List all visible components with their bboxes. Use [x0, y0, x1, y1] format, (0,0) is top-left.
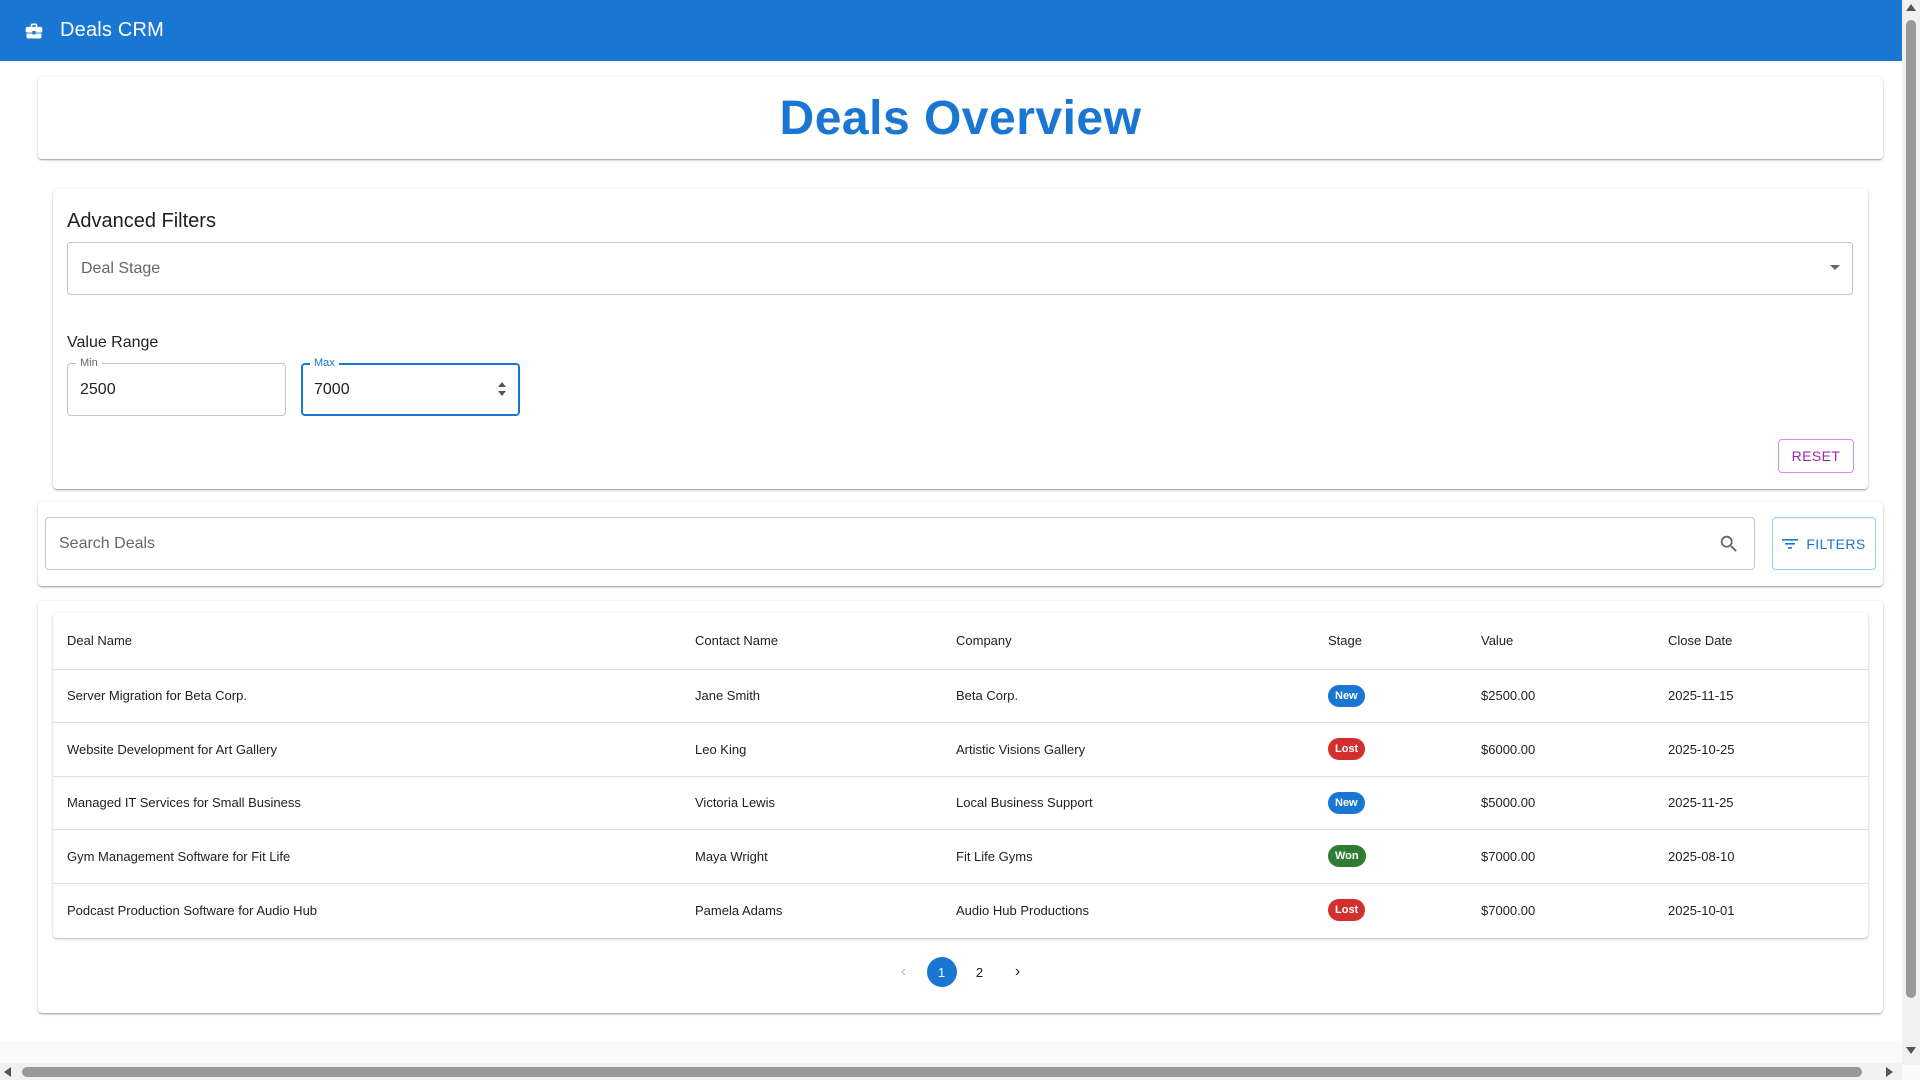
scroll-down-icon[interactable] [1906, 1047, 1916, 1054]
stage-chip: Won [1328, 845, 1366, 868]
cell-stage: New [1314, 776, 1467, 830]
cell-stage: Lost [1314, 883, 1467, 937]
cell-company: Beta Corp. [942, 669, 1314, 723]
max-value: 7000 [314, 380, 350, 398]
page-1-button[interactable]: 1 [926, 957, 957, 987]
cell-value: $6000.00 [1467, 722, 1654, 777]
cell-company: Local Business Support [942, 776, 1314, 830]
search-input[interactable]: Search Deals [45, 517, 1755, 570]
scroll-up-icon[interactable] [1906, 4, 1916, 11]
next-page-icon[interactable]: › [1003, 957, 1033, 987]
cell-contact-name: Victoria Lewis [681, 776, 942, 830]
stage-chip: Lost [1328, 899, 1366, 921]
header-company: Company [942, 613, 1314, 670]
table-row[interactable]: Managed IT Services for Small Business Vi… [53, 776, 1868, 830]
advanced-filters-panel: Advanced Filters Deal Stage Value Range … [53, 189, 1868, 489]
previous-page-icon[interactable]: ‹ [889, 957, 919, 987]
horizontal-scrollbar[interactable] [0, 1063, 1902, 1080]
cell-deal-name: Podcast Production Software for Audio Hu… [67, 902, 318, 918]
scroll-right-icon[interactable] [1886, 1067, 1893, 1077]
deal-stage-placeholder: Deal Stage [81, 259, 161, 277]
cell-company: Fit Life Gyms [942, 829, 1314, 884]
cell-close-date: 2025-08-10 [1654, 829, 1868, 884]
horizontal-scroll-thumb[interactable] [22, 1067, 1862, 1077]
header-stage: Stage [1314, 613, 1467, 670]
min-value: 2500 [80, 380, 116, 398]
filters-section-title: Advanced Filters [67, 210, 216, 232]
main-content: Deals Overview Advanced Filters Deal Sta… [0, 61, 1902, 1041]
scroll-left-icon[interactable] [4, 1067, 11, 1077]
cell-value: $5000.00 [1467, 776, 1654, 830]
cell-deal-name: Managed IT Services for Small Business [53, 776, 681, 830]
page-2-button[interactable]: 2 [965, 957, 995, 987]
app-bar: Deals CRM [0, 0, 1902, 61]
deal-stage-select[interactable]: Deal Stage [67, 242, 1853, 295]
deals-table-card: Deal Name Contact Name Company Stage Val… [38, 601, 1883, 1013]
pagination: ‹ 1 2 › [38, 957, 1883, 987]
cell-deal-name: Server Migration for Beta Corp. [53, 669, 681, 723]
max-value-field[interactable]: Max 7000 [301, 356, 520, 416]
cell-company: Artistic Visions Gallery [942, 722, 1314, 777]
min-label: Min [76, 356, 102, 370]
search-bar-card: Search Deals FILTERS [38, 502, 1883, 586]
cell-value: $7000.00 [1467, 829, 1654, 884]
table-row[interactable]: Podcast Production Software for Audio Hu… [53, 883, 1868, 937]
header-deal-name: Deal Name [53, 613, 681, 670]
cell-close-date: 2025-11-25 [1654, 776, 1868, 830]
min-value-field[interactable]: Min 2500 [67, 356, 286, 416]
cell-company: Audio Hub Productions [956, 902, 1089, 918]
cell-stage: Won [1314, 829, 1467, 884]
stage-chip: New [1328, 791, 1365, 814]
deals-table: Deal Name Contact Name Company Stage Val… [53, 613, 1868, 937]
briefcase-icon [24, 21, 44, 41]
header-contact-name: Contact Name [681, 613, 942, 670]
filters-button-label: FILTERS [1806, 535, 1866, 552]
table-row[interactable]: Website Development for Art Gallery Leo K… [53, 722, 1868, 777]
table-header-row: Deal Name Contact Name Company Stage Val… [53, 613, 1868, 670]
cell-contact-name: Maya Wright [681, 829, 942, 884]
table-row[interactable]: Gym Management Software for Fit Life Maya… [53, 829, 1868, 884]
vertical-scrollbar[interactable] [1902, 0, 1920, 1065]
cell-close-date: 2025-11-15 [1654, 669, 1868, 723]
number-spinner-icon[interactable] [497, 382, 507, 398]
search-placeholder: Search Deals [59, 534, 156, 552]
cell-deal-name: Website Development for Art Gallery [53, 722, 681, 777]
title-card: Deals Overview [38, 77, 1883, 159]
header-value: Value [1467, 613, 1654, 670]
cell-stage: Lost [1314, 722, 1467, 777]
value-range-label: Value Range [67, 334, 159, 351]
chevron-down-icon [1830, 265, 1840, 270]
deals-table-container: Deal Name Contact Name Company Stage Val… [53, 613, 1868, 938]
cell-stage: New [1314, 669, 1467, 723]
cell-close-date: 2025-10-25 [1654, 722, 1868, 777]
cell-value: $7000.00 [1481, 902, 1536, 918]
vertical-scroll-thumb[interactable] [1906, 20, 1916, 998]
stage-chip: Lost [1328, 738, 1366, 761]
page-title: Deals Overview [779, 91, 1142, 145]
cell-deal-name: Gym Management Software for Fit Life [53, 829, 681, 884]
app-title: Deals CRM [60, 19, 165, 41]
table-row[interactable]: Server Migration for Beta Corp. Jane Smit… [53, 669, 1868, 723]
cell-contact-name: Jane Smith [681, 669, 942, 723]
filters-button[interactable]: FILTERS [1772, 517, 1876, 570]
cell-contact-name: Pamela Adams [695, 902, 783, 918]
search-icon[interactable] [1718, 533, 1740, 555]
max-label: Max [310, 356, 339, 370]
filter-list-icon [1782, 537, 1799, 551]
reset-button[interactable]: RESET [1778, 439, 1854, 473]
cell-value: $2500.00 [1467, 669, 1654, 723]
header-close-date: Close Date [1654, 613, 1868, 670]
stage-chip: New [1328, 684, 1365, 707]
cell-close-date: 2025-10-01 [1668, 902, 1735, 918]
cell-contact-name: Leo King [681, 722, 942, 777]
